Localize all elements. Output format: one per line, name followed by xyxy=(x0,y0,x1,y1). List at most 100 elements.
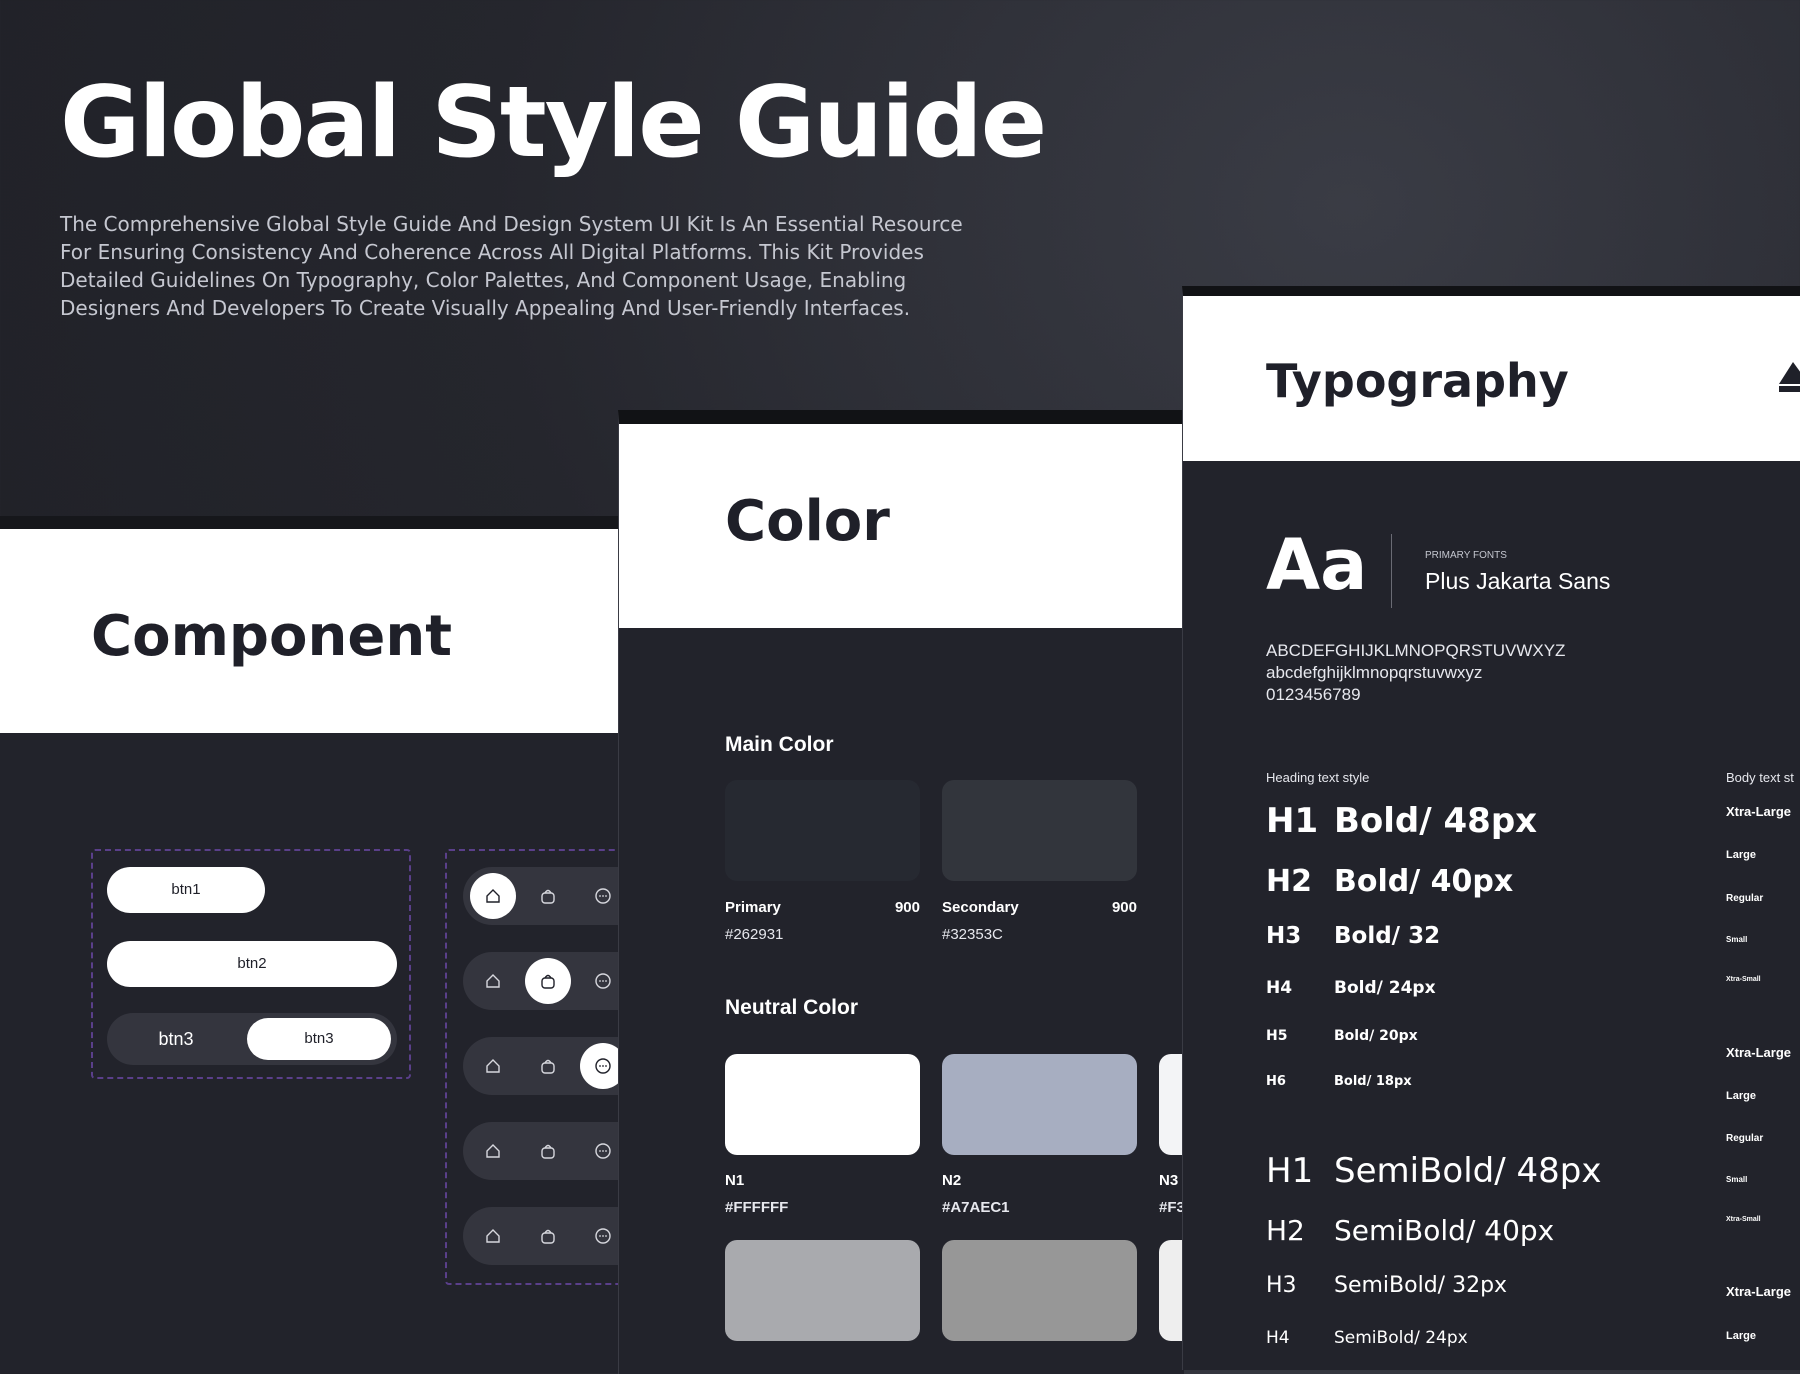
secondary-name: Secondary xyxy=(942,899,1019,916)
font-sample-aa: Aa xyxy=(1266,524,1368,606)
bag-icon xyxy=(541,1229,555,1244)
bold-heading-spec: Bold/ 32 xyxy=(1334,923,1441,949)
body-size-label: Large xyxy=(1726,1330,1756,1342)
home-icon xyxy=(486,889,500,903)
body-size-label: Regular xyxy=(1726,893,1764,904)
n3-swatch xyxy=(1159,1054,1184,1155)
bold-heading-spec: Bold/ 18px xyxy=(1334,1074,1412,1089)
lowercase-glyphs: abcdefghijklmnopqrstuvwxyz xyxy=(1266,663,1483,682)
semibold-heading-spec: SemiBold/ 48px xyxy=(1334,1151,1602,1191)
typography-title: Typography xyxy=(1266,354,1569,408)
component-header: Component xyxy=(0,529,640,733)
primary-hex: #262931 xyxy=(725,926,784,943)
bold-heading-spec: Bold/ 40px xyxy=(1334,864,1514,899)
icon-tab-row xyxy=(463,1207,640,1265)
heading-style-label: Heading text style xyxy=(1266,770,1370,785)
primary-fonts-label: PRIMARY FONTS xyxy=(1425,550,1507,561)
hero-description: The Comprehensive Global Style Guide And… xyxy=(60,212,963,320)
home-icon xyxy=(486,1059,500,1073)
font-divider xyxy=(1391,534,1392,608)
bag-icon xyxy=(541,974,555,989)
body-size-label: Large xyxy=(1726,849,1756,861)
home-icon xyxy=(486,974,500,988)
semibold-heading-spec: SemiBold/ 24px xyxy=(1334,1328,1468,1348)
primary-swatch xyxy=(725,780,920,881)
primary-name: Primary xyxy=(725,899,781,916)
bag-icon xyxy=(541,889,555,904)
icon-tab-row xyxy=(463,1037,640,1095)
body-size-label: Xtra-Small xyxy=(1726,976,1761,983)
body-size-label: Regular xyxy=(1726,1133,1764,1144)
home-tab[interactable] xyxy=(470,873,516,919)
n1-swatch xyxy=(725,1054,920,1155)
secondary-swatch xyxy=(942,780,1137,881)
home-tab[interactable] xyxy=(470,1128,516,1174)
bag-tab[interactable] xyxy=(525,1213,571,1259)
chat-icon xyxy=(595,1058,611,1074)
component-panel: Component btn1 btn2 btn3 btn3 xyxy=(0,516,640,1373)
body-size-label: Xtra-Large xyxy=(1726,1284,1792,1299)
body-size-label: Small xyxy=(1726,935,1748,944)
brand-logo-icon xyxy=(1779,362,1800,392)
bold-heading-tag: H4 xyxy=(1266,978,1293,998)
chat-icon xyxy=(595,973,611,989)
chat-icon xyxy=(595,1143,611,1159)
bold-heading-spec: Bold/ 24px xyxy=(1334,978,1436,998)
semibold-heading-spec: SemiBold/ 32px xyxy=(1334,1273,1508,1298)
component-title: Component xyxy=(91,604,452,669)
semibold-heading-tag: H2 xyxy=(1266,1214,1305,1247)
bag-tab[interactable] xyxy=(525,1043,571,1089)
icon-tab-variants xyxy=(445,849,640,1285)
n4-swatch xyxy=(725,1240,920,1341)
bold-heading-tag: H1 xyxy=(1266,801,1319,841)
main-color-label: Main Color xyxy=(725,733,834,756)
home-icon xyxy=(486,1229,500,1243)
body-size-label: Xtra-Small xyxy=(1726,1216,1761,1223)
semibold-heading-tag: H4 xyxy=(1266,1328,1290,1348)
home-tab[interactable] xyxy=(470,1213,516,1259)
secondary-weight: 900 xyxy=(1111,899,1137,916)
bag-icon xyxy=(541,1144,555,1159)
secondary-hex: #32353C xyxy=(942,926,1003,943)
typography-panel: Typography Aa PRIMARY FONTS Plus Jakarta… xyxy=(1182,286,1800,1370)
n1-hex: #FFFFFF xyxy=(725,1199,789,1216)
primary-font-name: Plus Jakarta Sans xyxy=(1425,568,1611,594)
bold-heading-tag: H2 xyxy=(1266,864,1312,899)
n1-name: N1 xyxy=(725,1172,745,1189)
home-icon xyxy=(486,1144,500,1158)
home-tab[interactable] xyxy=(470,958,516,1004)
btn3-left-option[interactable]: btn3 xyxy=(107,1013,245,1065)
n6-swatch xyxy=(1159,1240,1184,1341)
n2-name: N2 xyxy=(942,1172,962,1189)
body-size-label: Small xyxy=(1726,1175,1748,1184)
hero-title: Global Style Guide xyxy=(60,66,1047,180)
icon-tab-row xyxy=(463,867,640,925)
bold-heading-spec: Bold/ 20px xyxy=(1334,1028,1418,1044)
bag-tab[interactable] xyxy=(525,873,571,919)
bag-tab[interactable] xyxy=(525,958,571,1004)
btn3-right-option[interactable]: btn3 xyxy=(247,1018,391,1060)
bag-icon xyxy=(541,1059,555,1074)
n3-name: N3 xyxy=(1159,1172,1179,1189)
primary-weight: 900 xyxy=(894,899,920,916)
semibold-heading-spec: SemiBold/ 40px xyxy=(1334,1214,1555,1247)
home-tab[interactable] xyxy=(470,1043,516,1089)
button-variants: btn1 btn2 btn3 btn3 xyxy=(91,849,411,1079)
chat-icon xyxy=(595,888,611,904)
uppercase-glyphs: ABCDEFGHIJKLMNOPQRSTUVWXYZ xyxy=(1266,641,1566,660)
bold-heading-tag: H3 xyxy=(1266,923,1302,949)
bold-heading-spec: Bold/ 48px xyxy=(1334,801,1538,841)
n2-hex: #A7AEC1 xyxy=(942,1199,1010,1216)
body-size-label: Large xyxy=(1726,1090,1756,1102)
btn3-segmented-control[interactable]: btn3 btn3 xyxy=(107,1013,397,1065)
bold-heading-tag: H5 xyxy=(1266,1028,1288,1044)
bold-heading-tag: H6 xyxy=(1266,1074,1286,1089)
color-header: Color xyxy=(619,424,1184,628)
bag-tab[interactable] xyxy=(525,1128,571,1174)
color-panel: Color Main Color Primary 900 #262931 Sec… xyxy=(618,410,1184,1374)
digit-glyphs: 0123456789 xyxy=(1266,685,1361,704)
btn2-button[interactable]: btn2 xyxy=(107,941,397,987)
body-style-label: Body text st xyxy=(1726,770,1794,785)
btn1-button[interactable]: btn1 xyxy=(107,867,265,913)
icon-tab-row xyxy=(463,952,640,1010)
